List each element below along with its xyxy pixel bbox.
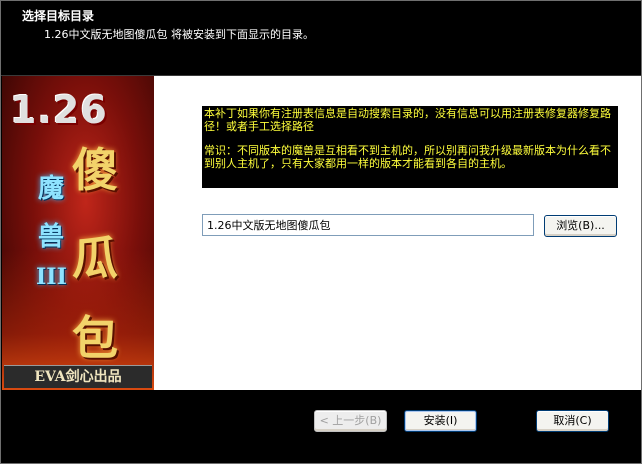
info-box: 本补丁如果你有注册表信息是自动搜索目录的，没有信息可以用注册表修复器修复路径！或… — [202, 106, 618, 188]
banner-char-bao: 包 — [72, 311, 118, 365]
installer-window: 选择目标目录 1.26中文版无地图傻瓜包 将被安装到下面显示的目录。 1.26 … — [0, 0, 642, 464]
banner-char-mo: 魔 — [38, 174, 65, 204]
back-button[interactable]: < 上一步(B) — [314, 410, 387, 432]
info-text-2: 常识：不同版本的魔兽是互相看不到主机的，所以别再问我升级最新版本为什么看不到别人… — [204, 144, 611, 170]
banner-char-gua: 瓜 — [72, 231, 118, 285]
content-panel: 本补丁如果你有注册表信息是自动搜索目录的，没有信息可以用注册表修复器修复路径！或… — [154, 76, 641, 390]
info-text-1: 本补丁如果你有注册表信息是自动搜索目录的，没有信息可以用注册表修复器修复路径！或… — [204, 107, 611, 133]
banner-version: 1.26 — [10, 88, 108, 132]
page-subtitle: 1.26中文版无地图傻瓜包 将被安装到下面显示的目录。 — [44, 28, 314, 41]
banner-char-shou: 兽 — [38, 222, 65, 252]
header: 选择目标目录 1.26中文版无地图傻瓜包 将被安装到下面显示的目录。 — [1, 1, 641, 75]
footer: < 上一步(B) 安装(I) 取消(C) — [1, 390, 641, 463]
page-title: 选择目标目录 — [22, 9, 95, 23]
banner-maker: EVA剑心出品 — [4, 365, 152, 388]
cancel-button[interactable]: 取消(C) — [536, 410, 609, 432]
banner-char-three: III — [36, 264, 67, 290]
side-banner-image: 1.26 傻 瓜 包 魔 兽 III EVA剑心出品 — [2, 76, 154, 390]
install-path-input[interactable] — [202, 214, 534, 236]
browse-button[interactable]: 浏览(B)... — [544, 215, 617, 237]
banner-char-sha: 傻 — [72, 143, 118, 197]
install-button[interactable]: 安装(I) — [404, 410, 477, 432]
